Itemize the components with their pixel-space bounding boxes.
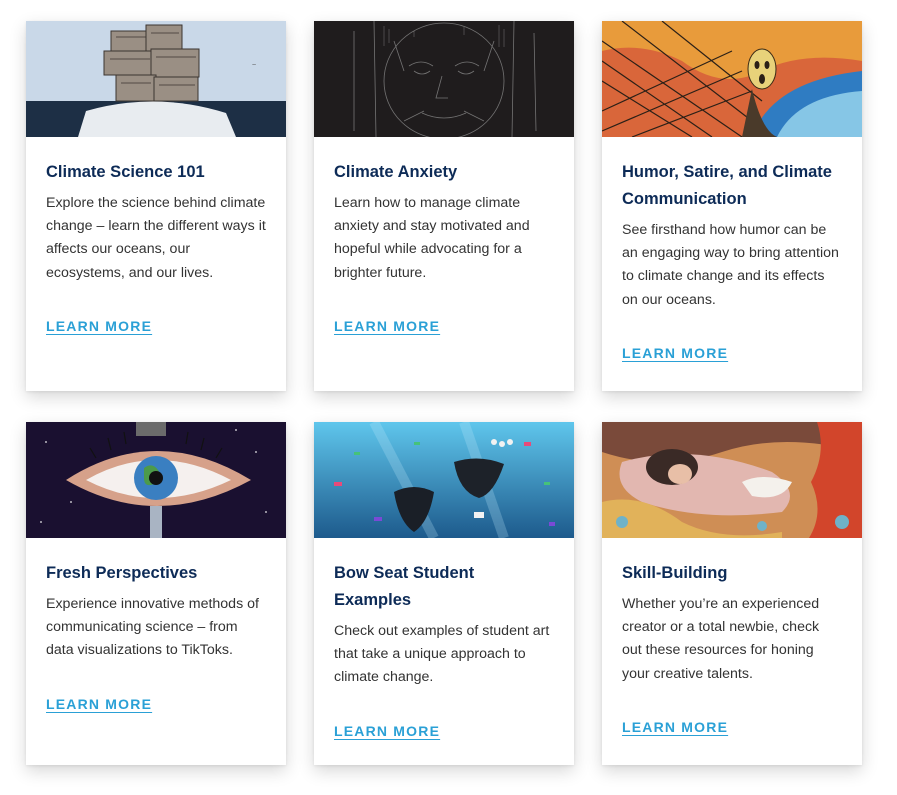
learn-more-link[interactable]: LEARN MORE <box>334 723 440 739</box>
card-humor-satire: Humor, Satire, and Climate Communication… <box>602 21 862 391</box>
card-image[interactable] <box>314 21 574 137</box>
card-climate-anxiety: Climate Anxiety Learn how to manage clim… <box>314 21 574 391</box>
card-climate-science-101: ~ Climate Science 101 Explore the scienc… <box>26 21 286 391</box>
card-image[interactable] <box>602 21 862 137</box>
card-description: See firsthand how humor can be an engagi… <box>622 222 839 308</box>
card-description: Learn how to manage climate anxiety and … <box>334 195 530 281</box>
card-image[interactable]: ~ <box>26 21 286 137</box>
learn-more-link[interactable]: LEARN MORE <box>334 318 440 334</box>
card-title: Climate Anxiety <box>334 163 458 181</box>
learn-more-link[interactable]: LEARN MORE <box>46 318 152 334</box>
card-title: Skill-Building <box>622 564 728 582</box>
card-title: Climate Science 101 <box>46 163 205 181</box>
learn-more-link[interactable]: LEARN MORE <box>622 719 728 735</box>
card-title: Fresh Perspectives <box>46 564 198 582</box>
card-title: Bow Seat Student Examples <box>334 564 475 609</box>
learn-more-link[interactable]: LEARN MORE <box>622 345 728 361</box>
card-bow-seat-examples: Bow Seat Student Examples Check out exam… <box>314 422 574 765</box>
card-description: Explore the science behind climate chang… <box>46 195 266 281</box>
card-skill-building: Skill-Building Whether you’re an experie… <box>602 422 862 765</box>
card-image[interactable] <box>602 422 862 538</box>
card-description: Experience innovative methods of communi… <box>46 596 259 659</box>
card-description: Whether you’re an experienced creator or… <box>622 596 820 682</box>
card-title: Humor, Satire, and Climate Communication <box>622 163 832 208</box>
learn-more-link[interactable]: LEARN MORE <box>46 696 152 712</box>
card-fresh-perspectives: Fresh Perspectives Experience innovative… <box>26 422 286 765</box>
card-description: Check out examples of student art that t… <box>334 623 550 686</box>
card-image[interactable] <box>26 422 286 538</box>
svg-text:~: ~ <box>252 62 256 69</box>
card-image[interactable] <box>314 422 574 538</box>
